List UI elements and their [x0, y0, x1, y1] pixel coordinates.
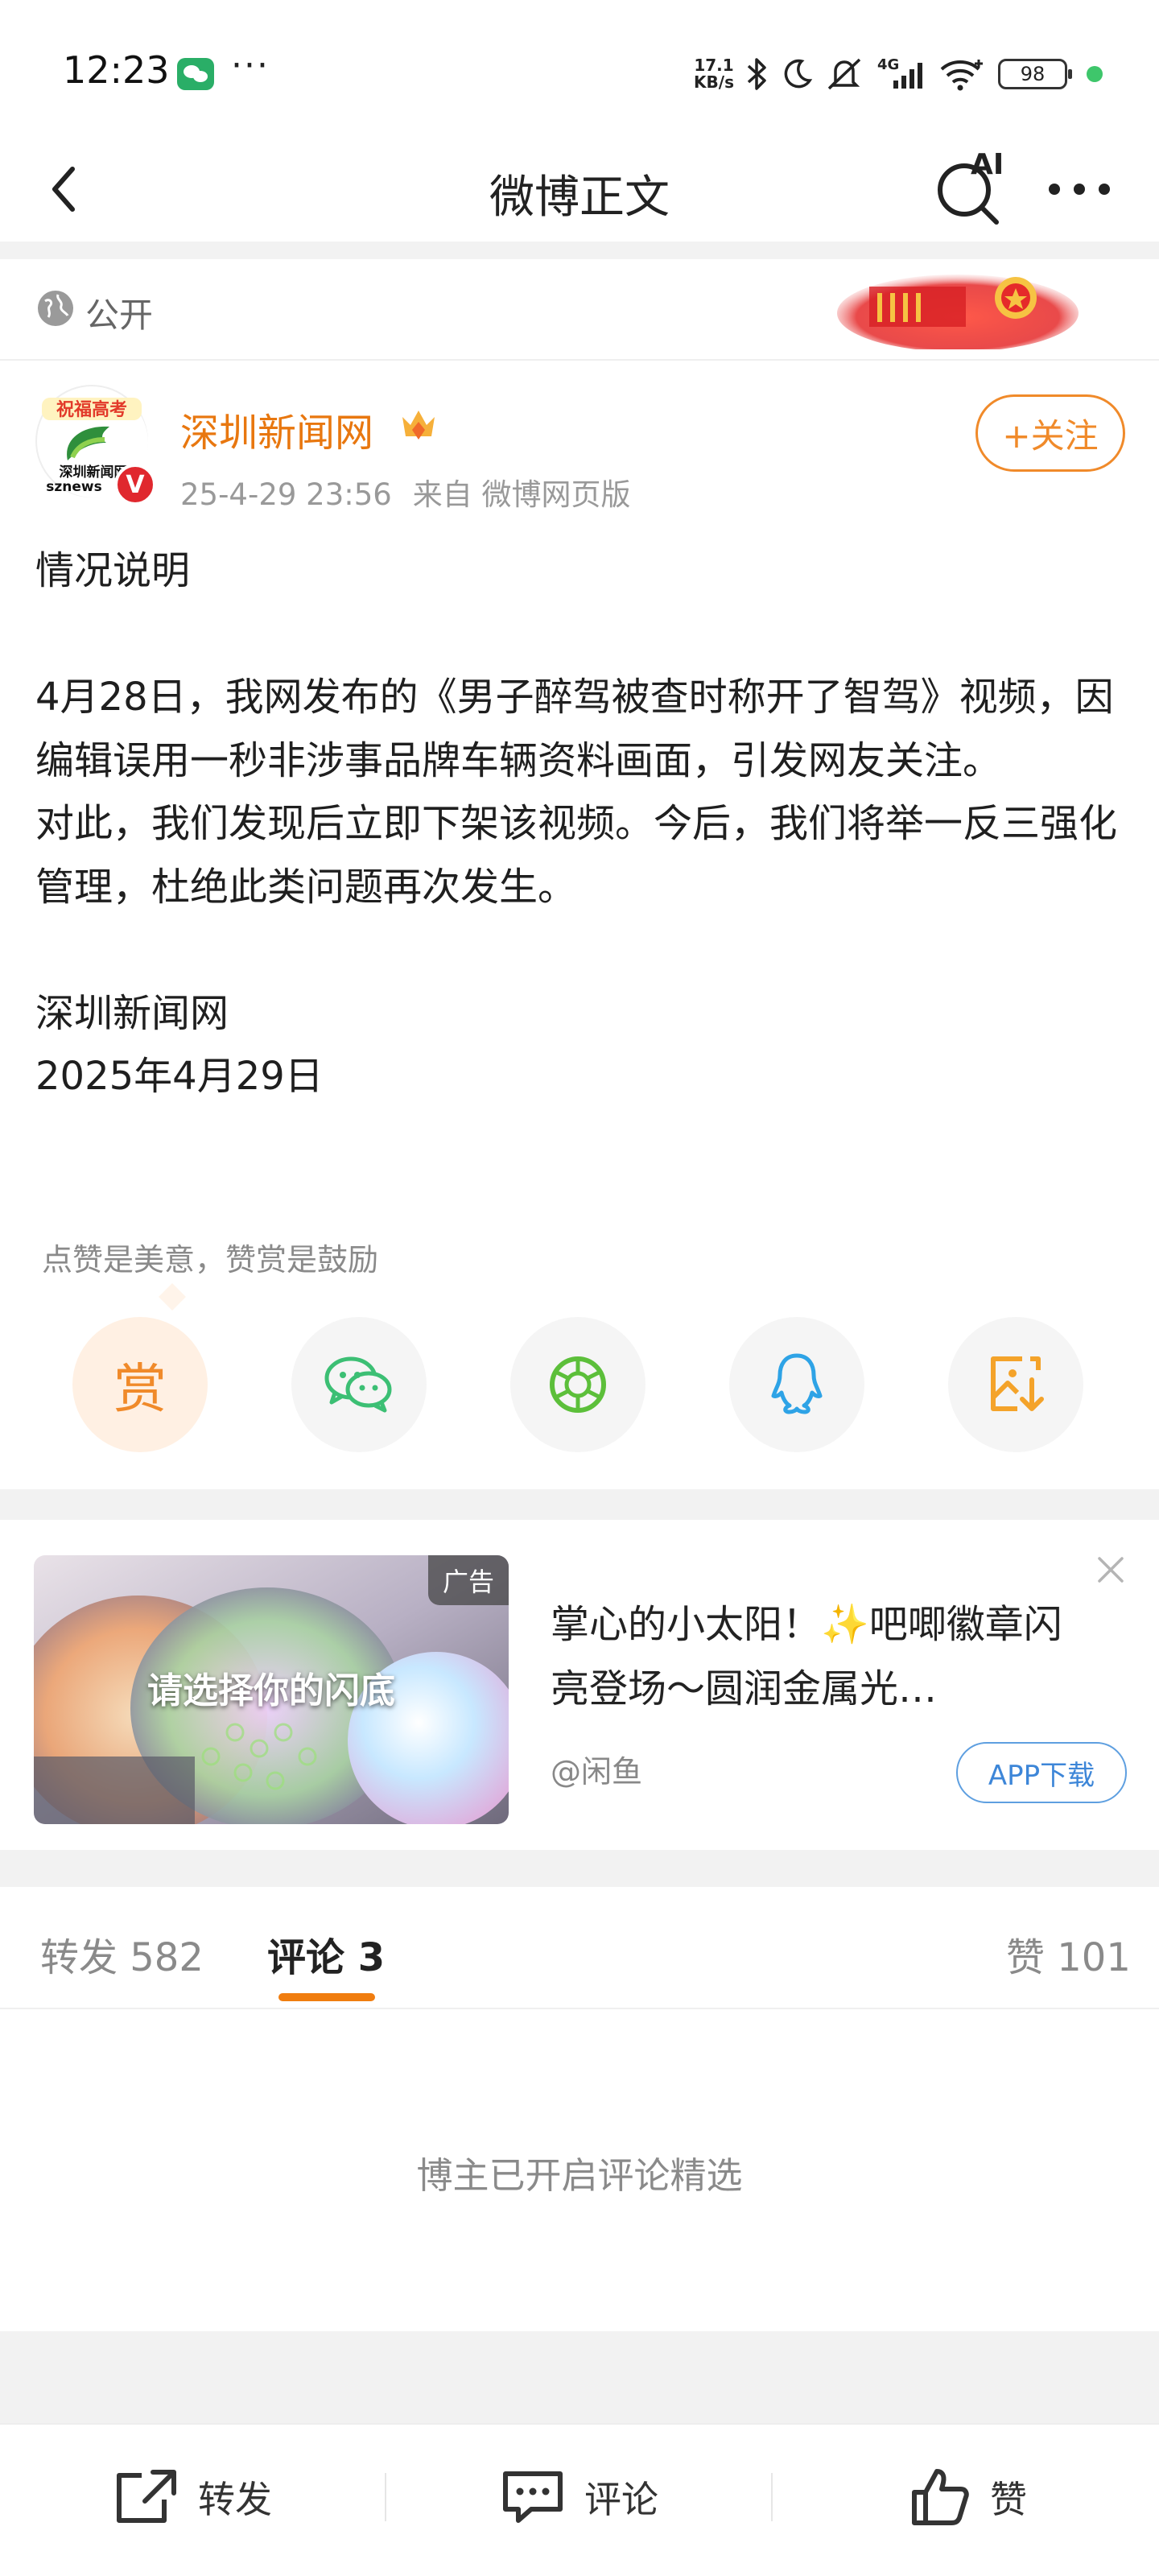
repost-icon [117, 2470, 176, 2523]
follow-button[interactable]: +关注 [975, 394, 1125, 472]
comment-selection-note: 博主已开启评论精选 [416, 2154, 743, 2197]
post-paragraph: 2025年4月29日 [35, 1054, 324, 1099]
ad-tag: 广告 [427, 1555, 509, 1605]
ad-title[interactable]: 掌心的小太阳！✨吧唧徽章闪亮登场～圆润金属光… [551, 1592, 1098, 1721]
moments-icon [550, 1356, 606, 1413]
network-speed: 17.1 KB/s [694, 57, 734, 91]
close-icon [1098, 1557, 1124, 1583]
repost-button[interactable]: 转发 [113, 2457, 272, 2537]
mute-icon [824, 56, 864, 92]
share-row: 赏 [0, 1317, 1159, 1452]
tab-like[interactable]: 赞 101 [1006, 1926, 1131, 1982]
post-paragraph: 对此，我们发现后立即下架该视频。今后，我们将举一反三强化管理，杜绝此类问题再次发… [35, 801, 1118, 910]
post-paragraph: 4月28日，我网发布的《男子醉驾被查时称开了智驾》视频，因编辑误用一秒非涉事品牌… [35, 675, 1114, 783]
bluetooth-icon [745, 56, 769, 92]
status-time: 12:23 [63, 48, 170, 92]
bottom-action-bar: 转发 评论 赞 [0, 2423, 1159, 2576]
moon-icon [781, 58, 813, 90]
ad-image-caption: 请选择你的闪底 [147, 1670, 395, 1711]
save-image-icon [991, 1356, 1044, 1411]
post-paragraph [35, 603, 1130, 667]
like-label: 赞 [990, 2478, 1027, 2521]
battery-icon: 98 [998, 59, 1072, 89]
ai-search-icon: AI [938, 148, 1004, 225]
tab-comment[interactable]: 评论 3 [267, 1926, 385, 1982]
post-paragraph: 深圳新闻网 [35, 990, 229, 1036]
tab-repost[interactable]: 转发 582 [40, 1926, 204, 1982]
network-speed-unit: KB/s [694, 72, 734, 92]
reward-button[interactable]: 赏 [72, 1317, 208, 1452]
post-content: 情况说明 4月28日，我网发布的《男子醉驾被查时称开了智驾》视频，因编辑误用一秒… [35, 539, 1130, 1108]
ad-close-button[interactable] [1093, 1552, 1128, 1587]
signal-icon: 4G [876, 56, 927, 92]
status-bar: 12:23 ··· 17.1 KB/s 4G 98 [0, 0, 1159, 145]
more-button[interactable] [1043, 161, 1116, 217]
ai-search-button[interactable]: AI [932, 143, 1013, 232]
post-meta: 25-4-29 23:56 来自 微博网页版 [180, 470, 631, 514]
comment-icon [503, 2471, 563, 2523]
post-paragraph: 情况说明 [35, 548, 191, 593]
save-image-button[interactable] [948, 1317, 1083, 1452]
divider [771, 2473, 773, 2521]
active-tab-indicator [278, 1993, 375, 2001]
visibility-label: 公开 [85, 295, 154, 335]
verified-mark: V [126, 471, 145, 499]
post-source: 来自 微博网页版 [412, 477, 631, 512]
network-type-text: 4G [877, 56, 899, 73]
ad-source: @闲鱼 [551, 1754, 643, 1790]
divider [0, 1489, 1159, 1520]
verified-badge-icon: V [114, 464, 156, 506]
post-date: 25-4-29 23:56 [180, 477, 392, 512]
thumbs-up-icon [912, 2469, 969, 2525]
share-qq-button[interactable] [729, 1317, 864, 1452]
privacy-indicator-dot [1087, 66, 1103, 82]
visibility-row: 公开 [0, 258, 1159, 361]
festival-banner-image [837, 269, 1079, 352]
more-horizontal-icon [1049, 184, 1110, 195]
comment-label: 评论 [584, 2478, 658, 2521]
author-name[interactable]: 深圳新闻网 [180, 401, 373, 457]
member-crown-icon [398, 404, 439, 449]
like-button[interactable]: 赞 [908, 2457, 1027, 2537]
repost-label: 转发 [198, 2478, 272, 2521]
divider [0, 242, 1159, 259]
divider [0, 1850, 1159, 1887]
divider [0, 2331, 1159, 2423]
share-moments-button[interactable] [510, 1317, 645, 1452]
avatar-sub-text: sznews [46, 479, 101, 495]
network-speed-value: 17.1 [694, 56, 734, 75]
status-overflow: ··· [231, 45, 270, 86]
wifi-icon [938, 56, 987, 92]
reward-hint: 点赞是美意，赞赏是鼓励 [42, 1235, 378, 1279]
ai-label: AI [971, 148, 1004, 181]
wechat-icon [324, 1356, 392, 1413]
divider [385, 2473, 386, 2521]
post-paragraph [35, 919, 1130, 982]
interaction-tabs: 转发 582 评论 3 赞 101 [0, 1887, 1159, 2009]
ad-card[interactable]: 广告 请选择你的闪底 掌心的小太阳！✨吧唧徽章闪亮登场～圆润金属光… @闲鱼 A… [0, 1520, 1159, 1850]
app-download-button[interactable]: APP下载 [956, 1742, 1127, 1803]
ad-image[interactable]: 广告 请选择你的闪底 [34, 1555, 509, 1824]
comment-button[interactable]: 评论 [499, 2457, 658, 2537]
author-avatar[interactable]: 祝福高考 深圳新闻网 sznews V [35, 385, 156, 506]
avatar-banner-text: 祝福高考 [56, 399, 127, 420]
top-nav: 微博正文 AI [0, 137, 1159, 242]
globe-icon [35, 288, 76, 332]
wechat-icon [177, 58, 214, 90]
share-wechat-button[interactable] [291, 1317, 427, 1452]
qq-icon [771, 1353, 823, 1414]
